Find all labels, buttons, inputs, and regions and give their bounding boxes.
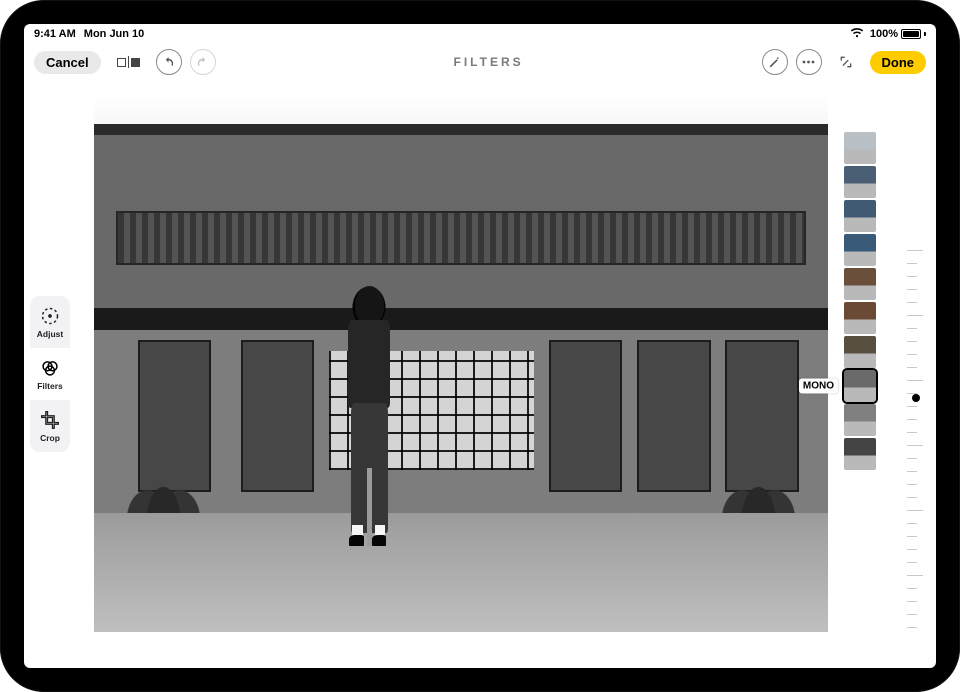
filter-thumb-dramatic-warm[interactable]: [844, 302, 876, 334]
filters-icon: [40, 358, 60, 378]
cancel-button[interactable]: Cancel: [34, 51, 101, 74]
toolbar-title: FILTERS: [224, 55, 754, 69]
status-bar: 9:41 AM Mon Jun 10 100%: [24, 24, 936, 44]
filter-selected-label: MONO: [799, 379, 838, 394]
markup-button[interactable]: [762, 49, 788, 75]
adjust-icon: [40, 306, 60, 326]
filter-thumb-dramatic-cool[interactable]: [844, 336, 876, 368]
tab-crop[interactable]: Crop: [30, 400, 70, 452]
crop-icon: [40, 410, 60, 430]
tab-adjust-label: Adjust: [37, 329, 63, 339]
filter-thumb-noir[interactable]: [844, 438, 876, 470]
slider-thumb[interactable]: [912, 394, 920, 402]
redo-button: [190, 49, 216, 75]
status-date: Mon Jun 10: [84, 28, 145, 40]
tab-filters[interactable]: Filters: [30, 348, 70, 400]
tab-crop-label: Crop: [40, 433, 60, 443]
done-button[interactable]: Done: [870, 51, 927, 74]
filter-thumbnails: MONO: [844, 132, 880, 470]
editor-toolbar: Cancel FILTERS: [24, 44, 936, 80]
photo-canvas-wrap: [94, 92, 828, 632]
status-time: 9:41 AM: [34, 28, 76, 40]
battery-indicator: 100%: [870, 28, 926, 40]
filter-thumb-vivid-cool[interactable]: [844, 234, 876, 266]
ipad-frame: 9:41 AM Mon Jun 10 100% Cancel: [0, 0, 960, 692]
tab-filters-label: Filters: [37, 381, 63, 391]
edit-mode-tabs: Adjust Filters Crop: [28, 296, 72, 452]
filter-thumb-silvertone[interactable]: [844, 404, 876, 436]
filter-thumb-vivid-warm[interactable]: [844, 200, 876, 232]
undo-button[interactable]: [156, 49, 182, 75]
editor-content: Adjust Filters Crop: [24, 80, 936, 668]
filter-thumb-original[interactable]: [844, 132, 876, 164]
photo-canvas[interactable]: [94, 92, 828, 632]
filter-intensity-slider[interactable]: [898, 250, 918, 628]
photo-subject: [336, 286, 402, 545]
screen: 9:41 AM Mon Jun 10 100% Cancel: [24, 24, 936, 668]
tab-adjust[interactable]: Adjust: [30, 296, 70, 348]
battery-percent: 100%: [870, 28, 898, 40]
compare-toggle[interactable]: [109, 49, 148, 75]
fullscreen-button[interactable]: [830, 49, 862, 75]
more-button[interactable]: [796, 49, 822, 75]
filter-thumb-dramatic[interactable]: [844, 268, 876, 300]
filter-thumb-vivid[interactable]: [844, 166, 876, 198]
filter-thumb-mono[interactable]: MONO: [844, 370, 876, 402]
wifi-icon: [850, 28, 864, 41]
